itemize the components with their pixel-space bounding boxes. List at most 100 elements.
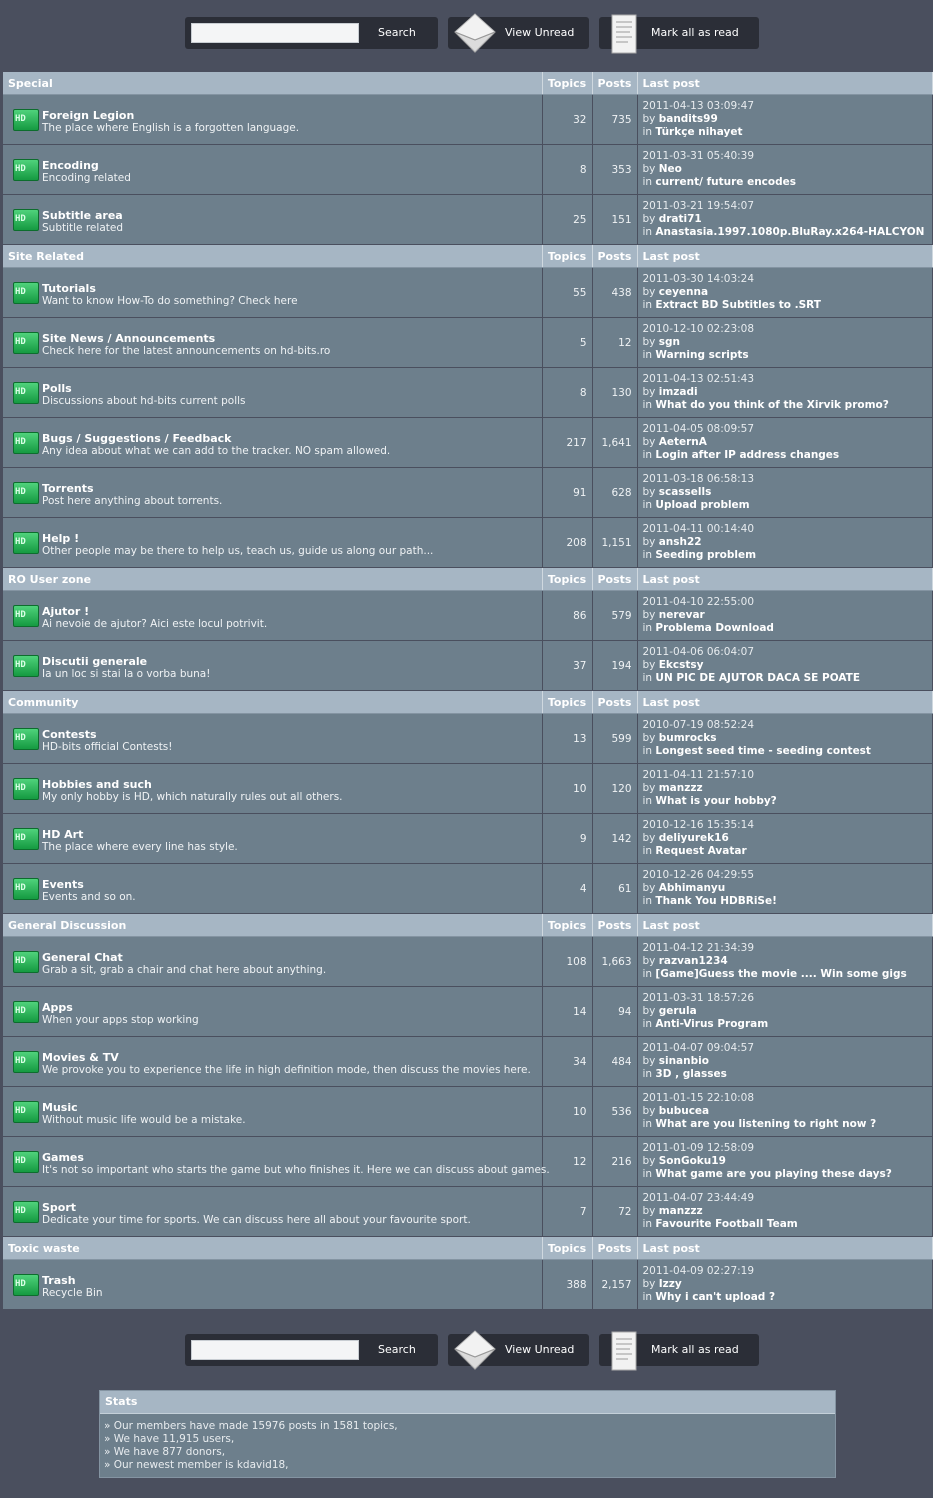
forum-title[interactable]: Music — [42, 1101, 78, 1114]
forum-title[interactable]: Contests — [42, 728, 97, 741]
forum-title[interactable]: General Chat — [42, 951, 123, 964]
forum-title[interactable]: Polls — [42, 382, 72, 395]
view-unread-button[interactable]: View Unread — [448, 13, 589, 53]
last-post-author[interactable]: bubucea — [659, 1105, 709, 1117]
last-post-author[interactable]: deliyurek16 — [659, 832, 729, 844]
last-post-author[interactable]: Neo — [659, 163, 682, 175]
forum-description: We provoke you to experience the life in… — [42, 1064, 531, 1076]
topics-count: 55 — [542, 267, 593, 318]
forum-title[interactable]: HD Art — [42, 828, 83, 841]
forum-cell: HD General Chat Grab a sit, grab a chair a… — [3, 936, 543, 987]
forum-title[interactable]: Bugs / Suggestions / Feedback — [42, 432, 231, 445]
view-unread-button-bottom[interactable]: View Unread — [448, 1330, 589, 1370]
last-post-author[interactable]: razvan1234 — [659, 955, 728, 967]
forum-title[interactable]: Torrents — [42, 482, 94, 495]
posts-count: 120 — [592, 763, 638, 814]
last-post-author[interactable]: Izzy — [659, 1278, 682, 1290]
forum-title[interactable]: Foreign Legion — [42, 109, 134, 122]
last-post-topic[interactable]: Longest seed time - seeding contest — [655, 745, 871, 757]
forum-title[interactable]: Games — [42, 1151, 84, 1164]
category-name[interactable]: Site Related — [3, 244, 543, 268]
search-button-bottom[interactable]: Search — [378, 1343, 416, 1356]
forum-title[interactable]: Discutii generale — [42, 655, 147, 668]
last-post-author[interactable]: Abhimanyu — [659, 882, 726, 894]
forum-title[interactable]: Movies & TV — [42, 1051, 119, 1064]
mark-all-read-button-bottom[interactable]: Mark all as read — [599, 1331, 759, 1371]
search-input-bottom[interactable] — [191, 1340, 359, 1360]
category-name[interactable]: Toxic waste — [3, 1236, 543, 1260]
last-post-author[interactable]: ceyenna — [659, 286, 708, 298]
last-post-author[interactable]: scassells — [659, 486, 712, 498]
topics-count: 10 — [542, 1086, 593, 1137]
forum-title[interactable]: Site News / Announcements — [42, 332, 215, 345]
forum-title[interactable]: Encoding — [42, 159, 99, 172]
last-post-date: 2010-07-19 08:52:24 — [642, 719, 755, 731]
last-post-author[interactable]: gerula — [659, 1005, 697, 1017]
forum-title[interactable]: Trash — [42, 1274, 76, 1287]
last-post-topic[interactable]: Warning scripts — [655, 349, 748, 361]
last-post-author[interactable]: ansh22 — [659, 536, 702, 548]
last-post-author[interactable]: nerevar — [659, 609, 705, 621]
last-post-topic[interactable]: Anti-Virus Program — [655, 1018, 768, 1030]
topics-count: 32 — [542, 94, 593, 145]
last-post-author[interactable]: manzzz — [659, 1205, 703, 1217]
hd-forum-icon: HD — [13, 878, 39, 900]
forum-title[interactable]: Sport — [42, 1201, 76, 1214]
forum-cell: HD Torrents Post here anything about torre… — [3, 467, 543, 518]
posts-count: 94 — [592, 986, 638, 1037]
category-name[interactable]: Special — [3, 72, 543, 95]
last-post-topic[interactable]: What do you think of the Xirvik promo? — [655, 399, 888, 411]
last-post-author[interactable]: manzzz — [659, 782, 703, 794]
last-post-date: 2011-04-11 21:57:10 — [642, 769, 755, 781]
last-post-topic[interactable]: Favourite Football Team — [655, 1218, 797, 1230]
forum-title[interactable]: Hobbies and such — [42, 778, 152, 791]
last-post-topic[interactable]: Extract BD Subtitles to .SRT — [655, 299, 821, 311]
last-post-topic[interactable]: Upload problem — [655, 499, 749, 511]
search-input[interactable] — [191, 23, 359, 43]
last-post-date: 2011-04-11 00:14:40 — [642, 523, 755, 535]
last-post-topic[interactable]: Login after IP address changes — [655, 449, 839, 461]
last-post-topic[interactable]: 3D , glasses — [655, 1068, 726, 1080]
forum-title[interactable]: Subtitle area — [42, 209, 123, 222]
last-post-author[interactable]: sinanbio — [659, 1055, 709, 1067]
last-post-topic[interactable]: Thank You HDBRiSe! — [655, 895, 776, 907]
last-post-topic[interactable]: current/ future encodes — [655, 176, 796, 188]
forum-cell: HD Hobbies and such My only hobby is HD, w… — [3, 763, 543, 814]
last-post-author[interactable]: SonGoku19 — [659, 1155, 726, 1167]
last-post-topic[interactable]: [Game]Guess the movie .... Win some gigs — [655, 968, 906, 980]
last-post-topic[interactable]: Request Avatar — [655, 845, 746, 857]
last-post-topic[interactable]: Problema Download — [655, 622, 774, 634]
category-name[interactable]: General Discussion — [3, 913, 543, 937]
forum-title[interactable]: Events — [42, 878, 84, 891]
last-post-author[interactable]: imzadi — [659, 386, 698, 398]
last-post-topic[interactable]: Seeding problem — [655, 549, 756, 561]
category-header: Site Related Topics Posts Last post — [3, 244, 933, 268]
mark-all-read-button[interactable]: Mark all as read — [599, 14, 759, 54]
stats-body: » Our members have made 15976 posts in 1… — [100, 1414, 835, 1472]
hd-icon-text: HD — [15, 833, 26, 843]
last-post-topic[interactable]: UN PIC DE AJUTOR DACA SE POATE — [655, 672, 860, 684]
topics-count: 14 — [542, 986, 593, 1037]
last-post-author[interactable]: bumrocks — [659, 732, 717, 744]
last-post-author[interactable]: drati71 — [659, 213, 702, 225]
forum-title[interactable]: Tutorials — [42, 282, 96, 295]
last-post-topic[interactable]: Türkçe nihayet — [655, 126, 742, 138]
last-post-cell: 2011-01-09 12:58:09 by SonGoku19 in What g… — [637, 1136, 933, 1187]
last-post-topic[interactable]: What game are you playing these days? — [655, 1168, 891, 1180]
forum-title[interactable]: Help ! — [42, 532, 79, 545]
hd-icon-text: HD — [15, 437, 26, 447]
forum-title[interactable]: Ajutor ! — [42, 605, 89, 618]
last-post-author[interactable]: sgn — [659, 336, 680, 348]
last-post-author[interactable]: bandits99 — [659, 113, 718, 125]
last-post-author[interactable]: Ekcstsy — [659, 659, 704, 671]
last-post-author[interactable]: AeternA — [659, 436, 707, 448]
forum-title[interactable]: Apps — [42, 1001, 73, 1014]
search-button[interactable]: Search — [378, 26, 416, 39]
last-post-topic[interactable]: Why i can't upload ? — [655, 1291, 775, 1303]
category-name[interactable]: RO User zone — [3, 567, 543, 591]
last-post-topic[interactable]: What is your hobby? — [655, 795, 776, 807]
last-post-topic[interactable]: Anastasia.1997.1080p.BluRay.x264-HALCYON — [655, 226, 924, 238]
category-name[interactable]: Community — [3, 690, 543, 714]
stats-panel: Stats » Our members have made 15976 post… — [99, 1390, 836, 1478]
last-post-topic[interactable]: What are you listening to right now ? — [655, 1118, 876, 1130]
